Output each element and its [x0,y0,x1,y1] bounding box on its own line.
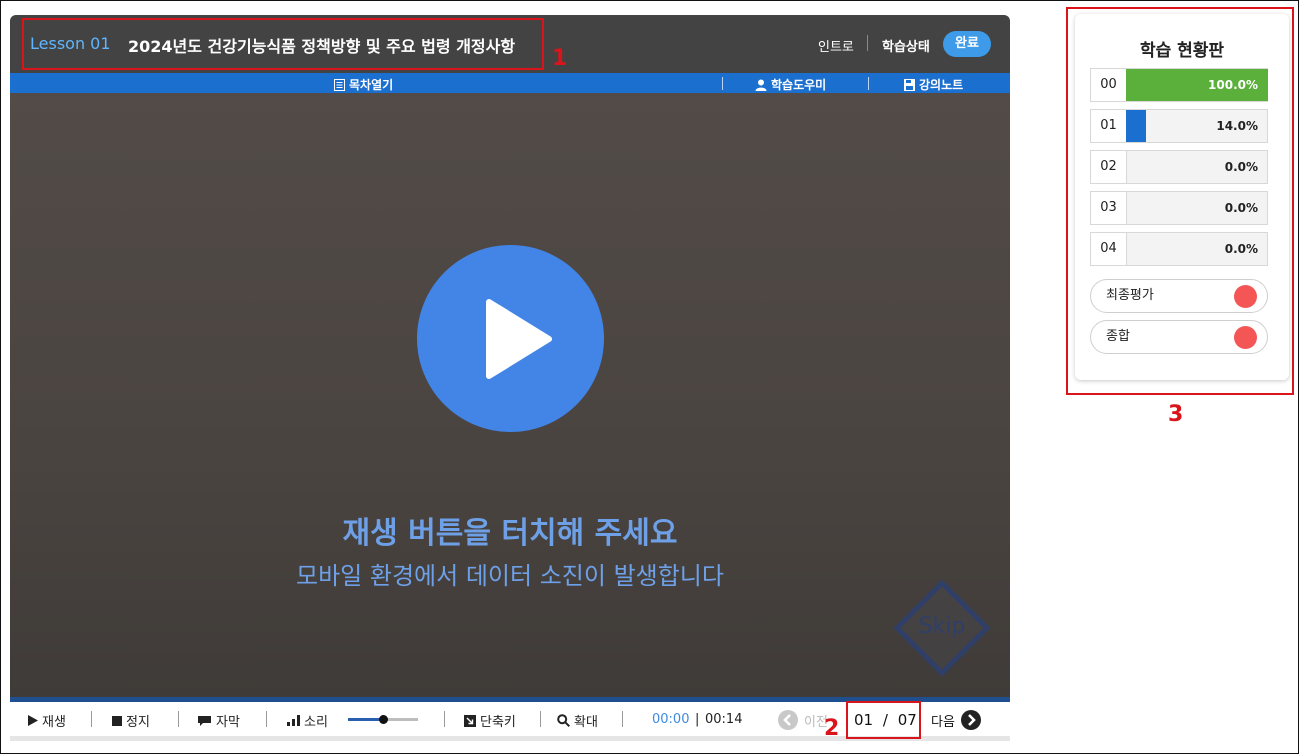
notes-label: 강의노트 [919,78,964,92]
shortcut-label: 단축키 [480,715,516,730]
control-divider [444,711,445,727]
list-icon [334,78,345,91]
progress-fill [1126,110,1146,142]
stop-icon [112,715,122,726]
stop-label: 정지 [126,715,150,730]
lesson-player: Lesson 01 2024년도 건강기능식품 정책방향 및 주요 법령 개정사… [10,15,1010,741]
overall-label: 종합 [1106,329,1130,344]
progress-row[interactable]: 03 0.0% [1090,191,1268,225]
magnifier-icon [557,714,570,727]
toolbar-divider [868,77,869,90]
skip-label: Skip [918,614,966,639]
zoom-label: 확대 [574,715,598,730]
control-divider [91,711,92,727]
data-warning: 모바일 환경에서 데이터 소진이 발생합니다 [296,562,724,590]
annotation-label-3: 3 [1168,402,1184,427]
current-time: 00:00 [652,712,690,727]
row-number: 00 [1091,69,1127,101]
play-small-icon [28,715,38,726]
shortcut-control[interactable]: 단축키 [464,711,516,730]
progress-row[interactable]: 00 100.0% [1090,68,1268,102]
chevron-left-icon [778,710,798,730]
floppy-icon [904,78,915,91]
annotation-label-1: 1 [552,46,568,71]
annotation-box-2 [846,701,921,739]
row-number: 04 [1091,233,1127,265]
toc-label: 목차열기 [349,78,394,92]
touch-message: 재생 버튼을 터치해 주세요 [342,516,678,551]
annotation-label-2: 2 [824,716,840,741]
control-divider [178,711,179,727]
toc-button[interactable]: 목차열기 [334,76,393,93]
user-icon [755,79,767,91]
subtitle-label: 자막 [216,715,240,730]
helper-label: 학습도우미 [771,78,827,92]
row-number: 02 [1091,151,1127,183]
overall-row[interactable]: 종합 [1090,320,1268,354]
final-eval-row[interactable]: 최종평가 [1090,279,1268,313]
next-label: 다음 [931,714,955,730]
volume-knob[interactable] [379,715,388,724]
panel-title: 학습 현황판 [1139,41,1225,61]
helper-button[interactable]: 학습도우미 [755,76,826,93]
control-divider [540,711,541,727]
progress-value: 0.0% [1224,201,1258,215]
volume-bars-icon [287,715,300,726]
annotation-box-1 [22,18,544,70]
progress-value: 0.0% [1224,160,1258,174]
speech-bubble-icon [198,715,211,726]
stop-control[interactable]: 정지 [112,711,150,730]
control-divider [266,711,267,727]
final-eval-label: 최종평가 [1106,288,1154,303]
intro-link[interactable]: 인트로 [818,36,854,55]
time-separator: | [695,712,700,727]
skip-button[interactable]: Skip [894,580,990,676]
volume-control[interactable]: 소리 [287,711,328,730]
progress-value: 100.0% [1208,78,1258,92]
row-number: 03 [1091,192,1127,224]
status-badge: 완료 [943,31,991,57]
play-label: 재생 [42,715,66,730]
volume-fill [348,718,383,721]
status-label: 학습상태 [882,40,930,55]
control-divider [622,711,623,727]
row-number: 01 [1091,110,1127,142]
player-toolbar: 목차열기 학습도우미 강의노트 [10,73,1010,93]
toolbar-divider [722,77,723,90]
total-time: 00:14 [705,712,743,727]
volume-label: 소리 [304,715,328,730]
next-button[interactable]: 다음 [931,710,981,730]
learning-status-panel: 학습 현황판 00 100.0% 01 14.0% 02 0.0% 03 0.0… [1075,14,1289,380]
shortcut-icon [464,714,476,727]
play-control[interactable]: 재생 [28,711,66,730]
play-button[interactable] [417,245,604,432]
progress-value: 0.0% [1224,242,1258,256]
progress-row[interactable]: 04 0.0% [1090,232,1268,266]
header-divider [867,35,868,51]
progress-row[interactable]: 01 14.0% [1090,109,1268,143]
prev-button[interactable]: 이전 [778,710,828,730]
notes-button[interactable]: 강의노트 [904,76,963,93]
zoom-control[interactable]: 확대 [557,711,598,730]
play-icon [486,299,552,379]
progress-value: 14.0% [1216,119,1258,133]
video-area[interactable]: 재생 버튼을 터치해 주세요 모바일 환경에서 데이터 소진이 발생합니다 Sk… [10,93,1010,697]
subtitle-control[interactable]: 자막 [197,711,240,730]
status-dot-icon [1234,285,1257,308]
volume-slider[interactable] [348,715,418,724]
progress-row[interactable]: 02 0.0% [1090,150,1268,184]
chevron-right-icon [960,710,981,730]
status-dot-icon [1234,326,1257,349]
